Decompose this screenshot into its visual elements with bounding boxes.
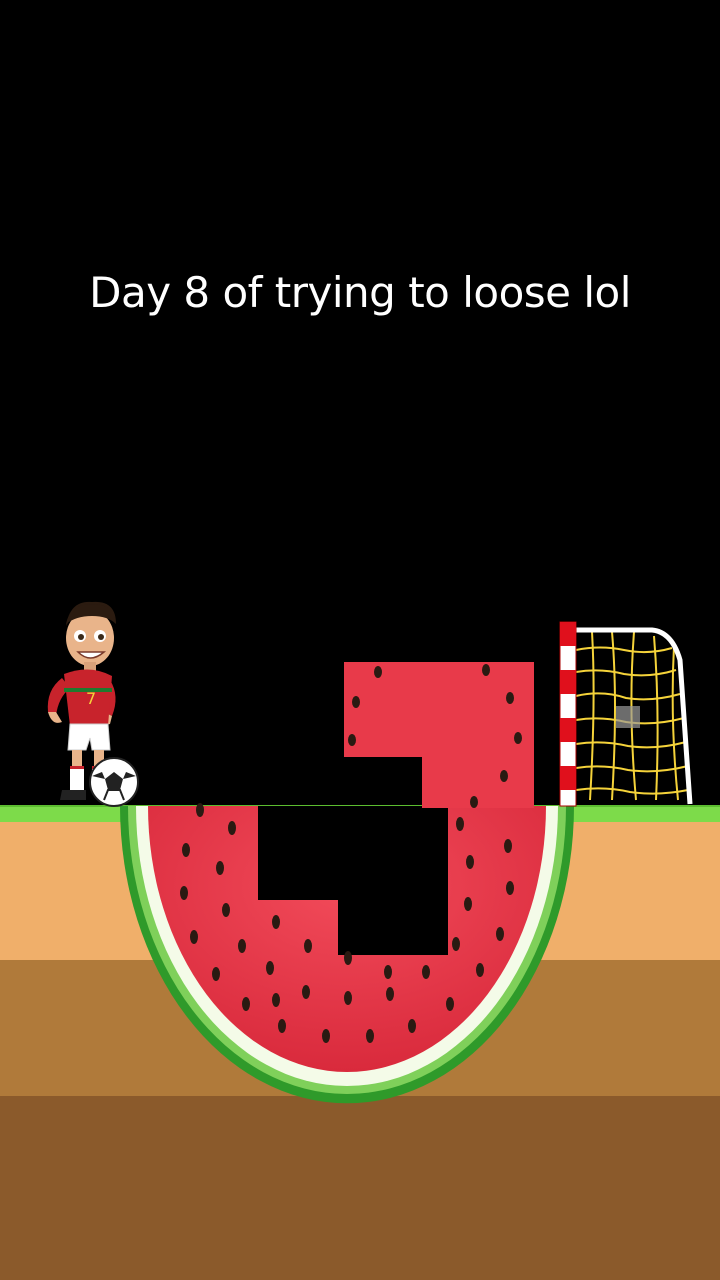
game-scene: Day 8 of trying to loose lol 7 [0,0,720,1280]
jersey-number: 7 [86,689,96,708]
soccer-ball[interactable] [89,757,139,807]
game-art: 7 [47,601,693,1104]
watermelon-bowl [120,803,574,1104]
soccer-goal [559,621,693,807]
watermelon-block[interactable] [344,662,534,808]
